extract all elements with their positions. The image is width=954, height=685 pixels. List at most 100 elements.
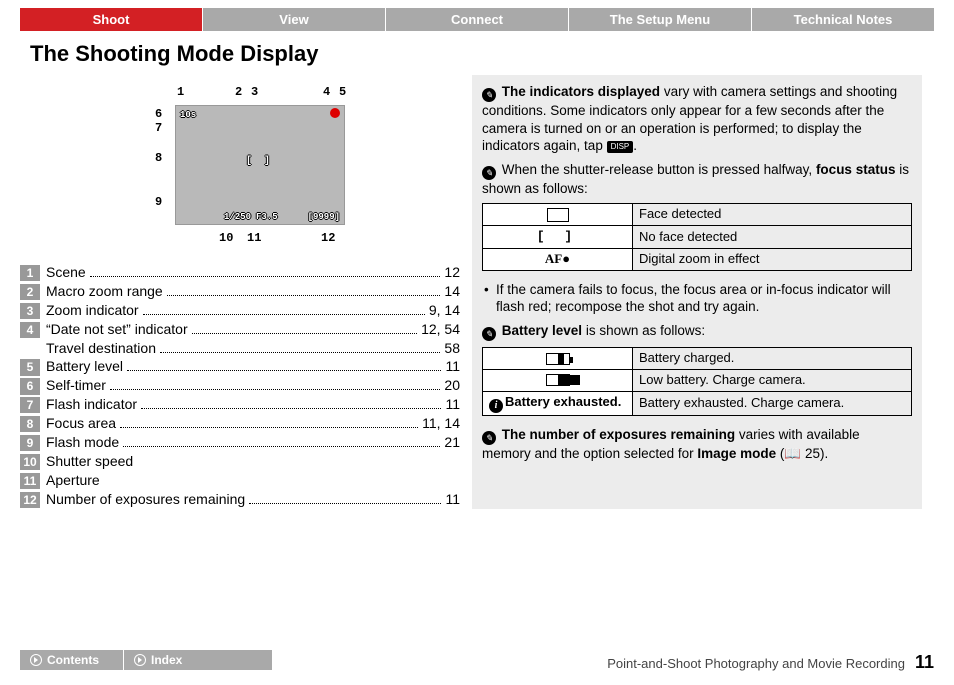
list-item: 4“Date not set” indicator12, 54 (20, 320, 460, 339)
callout-9: 9 (155, 195, 162, 209)
list-item: 11Aperture (20, 471, 460, 490)
list-item: 9 Flash mode 21 (20, 433, 460, 452)
list-item: 1 Scene 12 (20, 263, 460, 282)
callout-7: 7 (155, 121, 162, 135)
battery-table: Battery charged. Low battery. Charge cam… (482, 347, 912, 416)
arrow-icon (30, 654, 42, 666)
footer: Contents Index Point-and-Shoot Photograp… (0, 650, 954, 673)
callout-11: 11 (247, 231, 261, 245)
list-page: 9, 14 (429, 301, 460, 320)
tab-shoot[interactable]: Shoot (20, 8, 202, 31)
table-row: [ ]No face detected (483, 226, 912, 249)
arrow-icon (134, 654, 146, 666)
note-focus-fail: If the camera fails to focus, the focus … (482, 281, 912, 316)
pencil-icon: ✎ (482, 88, 496, 102)
tab-setup[interactable]: The Setup Menu (568, 8, 751, 31)
list-item: 2 Macro zoom range 14 (20, 282, 460, 301)
aperture-readout: F3.5 (256, 212, 278, 222)
table-row: Low battery. Charge camera. (483, 369, 912, 391)
rec-indicator-icon (330, 108, 340, 118)
table-row: Battery charged. (483, 347, 912, 369)
book-icon: 📖 (784, 446, 801, 461)
list-number: 5 (20, 359, 40, 375)
indicator-list: 1 Scene 12 2 Macro zoom range 14 3 Zoom indicat… (20, 263, 460, 509)
disp-icon: DISP (607, 141, 634, 153)
list-number: 7 (20, 397, 40, 413)
list-label: Flash mode (46, 433, 119, 452)
list-item: 0Travel destination58 (20, 339, 460, 358)
list-label: Battery level (46, 357, 123, 376)
list-page: 20 (444, 376, 460, 395)
display-diagram: 10s 1/250 F3.5 [9999] [ ] 1 2 3 4 5 6 7 … (125, 75, 355, 255)
list-label: Number of exposures remaining (46, 490, 245, 509)
callout-8: 8 (155, 151, 162, 165)
shutter-readout: 1/250 (224, 212, 251, 222)
callout-6: 6 (155, 107, 162, 121)
top-tabs: Shoot View Connect The Setup Menu Techni… (20, 8, 934, 31)
brackets-icon: [ ] (537, 229, 578, 246)
index-button[interactable]: Index (124, 650, 273, 670)
list-label: Focus area (46, 414, 116, 433)
right-column: ✎ The indicators displayed vary with cam… (472, 75, 922, 509)
list-page: 21 (444, 433, 460, 452)
tab-connect[interactable]: Connect (385, 8, 568, 31)
focus-status-table: Face detected [ ]No face detected AF●Dig… (482, 203, 912, 271)
tab-view[interactable]: View (202, 8, 385, 31)
pencil-icon: ✎ (482, 166, 496, 180)
callout-2: 2 (235, 85, 242, 99)
timer-readout: 10s (180, 110, 196, 120)
list-page: 14 (444, 282, 460, 301)
info-icon: i (489, 399, 503, 413)
battery-low-icon (546, 374, 570, 386)
focus-brackets: [ ] (246, 156, 270, 167)
left-column: 10s 1/250 F3.5 [9999] [ ] 1 2 3 4 5 6 7 … (20, 75, 460, 509)
page-title: The Shooting Mode Display (30, 41, 954, 67)
table-row: AF●Digital zoom in effect (483, 248, 912, 270)
callout-12: 12 (321, 231, 335, 245)
list-number: 12 (20, 492, 40, 508)
list-number: 3 (20, 303, 40, 319)
list-item: 3 Zoom indicator 9, 14 (20, 301, 460, 320)
list-page: 11 (445, 357, 460, 376)
battery-charged-icon (546, 353, 570, 365)
note-battery: ✎ Battery level is shown as follows: (482, 322, 912, 341)
list-label: Macro zoom range (46, 282, 163, 301)
list-number: 10 (20, 454, 40, 470)
note-indicators: ✎ The indicators displayed vary with cam… (482, 83, 912, 155)
list-page: 11 (445, 490, 460, 509)
tab-tech[interactable]: Technical Notes (751, 8, 934, 31)
list-label: Zoom indicator (46, 301, 139, 320)
pencil-icon: ✎ (482, 327, 496, 341)
list-item: 8Focus area11, 14 (20, 414, 460, 433)
af-dot-icon: AF● (545, 251, 570, 266)
remaining-readout: [9999] (308, 212, 340, 222)
list-label: “Date not set” indicator (46, 320, 188, 339)
battery-exhausted-label: Battery exhausted. (505, 394, 621, 409)
list-number: 8 (20, 416, 40, 432)
contents-button[interactable]: Contents (20, 650, 124, 670)
list-label: Aperture (46, 471, 100, 490)
callout-5: 5 (339, 85, 346, 99)
list-item: 7Flash indicator11 (20, 395, 460, 414)
table-row: iBattery exhausted.Battery exhausted. Ch… (483, 391, 912, 415)
note-exposures: ✎ The number of exposures remaining vari… (482, 426, 912, 463)
pencil-icon: ✎ (482, 431, 496, 445)
note-focus: ✎ When the shutter-release button is pre… (482, 161, 912, 198)
list-label: Shutter speed (46, 452, 133, 471)
callout-1: 1 (177, 85, 184, 99)
list-number: 9 (20, 435, 40, 451)
list-number: 4 (20, 322, 40, 338)
list-item: 10 Shutter speed (20, 452, 460, 471)
list-number: 2 (20, 284, 40, 300)
callout-4: 4 (323, 85, 330, 99)
list-number: 1 (20, 265, 40, 281)
list-item: 5 Battery level 11 (20, 357, 460, 376)
list-label: Travel destination (46, 339, 156, 358)
table-row: Face detected (483, 204, 912, 226)
face-rect-icon (547, 208, 569, 222)
list-label: Scene (46, 263, 86, 282)
list-label: Self-timer (46, 376, 106, 395)
list-number: 6 (20, 378, 40, 394)
list-page: 11 (445, 395, 460, 414)
list-page: 12 (444, 263, 460, 282)
